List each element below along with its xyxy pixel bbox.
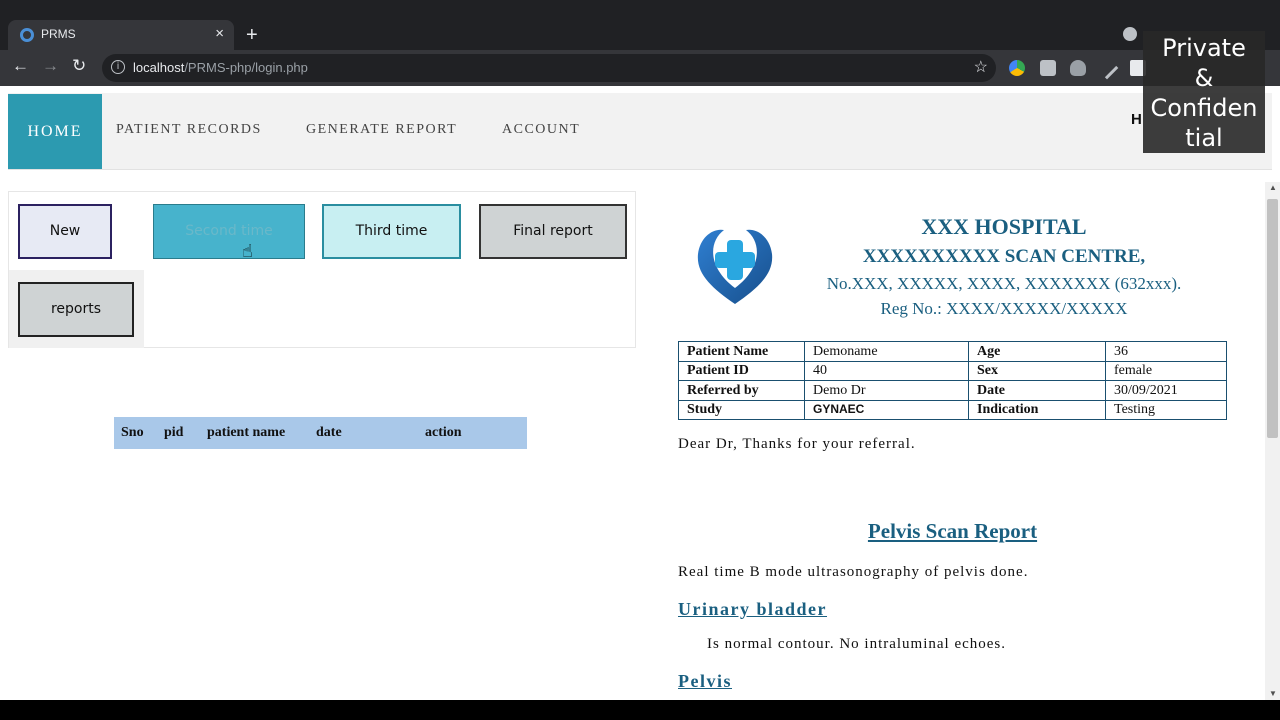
- report-title: Pelvis Scan Report: [867, 519, 1038, 543]
- site-info-icon[interactable]: i: [111, 60, 125, 74]
- column-header-date: date: [316, 425, 342, 440]
- tab-title: PRMS: [41, 27, 76, 41]
- nav-home[interactable]: HOME: [8, 94, 102, 169]
- section-title-urinary-bladder: Urinary bladder: [678, 599, 828, 619]
- column-header-sno: Sno: [121, 425, 144, 440]
- final-report-button[interactable]: Final report: [479, 204, 627, 259]
- site-favicon-icon: [20, 28, 34, 42]
- overlay-line: Confiden: [1150, 94, 1258, 122]
- column-header-pid: pid: [164, 425, 184, 440]
- hospital-name: XXX HOSPITAL: [921, 214, 1087, 239]
- reports-area: reports: [9, 270, 144, 348]
- column-header-action: action: [425, 425, 462, 440]
- browser-tab-bar: PRMS × +: [0, 0, 1280, 50]
- address-bar[interactable]: i localhost/PRMS-php/login.php ☆: [102, 54, 996, 82]
- label-study: Study: [678, 399, 805, 420]
- page-scrollbar[interactable]: ▲ ▼: [1265, 182, 1280, 700]
- cloud-extension-icon[interactable]: [1070, 60, 1086, 76]
- section-text-urinary-bladder: Is normal contour. No intraluminal echoe…: [707, 636, 1007, 652]
- third-time-button[interactable]: Third time: [322, 204, 461, 259]
- browser-tab[interactable]: PRMS ×: [8, 20, 234, 50]
- overlay-line: Private: [1162, 34, 1246, 62]
- table-row: Referred by Demo Dr Date 30/09/2021: [678, 380, 1227, 401]
- url-host: localhost: [133, 60, 185, 75]
- hand-cursor-icon: ☝: [242, 241, 253, 262]
- private-confidential-overlay: Private & Confiden tial: [1143, 31, 1265, 153]
- extension-color-icon[interactable]: [1009, 60, 1025, 76]
- nav-patient-records[interactable]: PATIENT RECORDS: [116, 122, 262, 138]
- table-row: Patient ID 40 Sex female: [678, 360, 1227, 381]
- label-date: Date: [968, 380, 1106, 401]
- nav-generate-report[interactable]: GENERATE REPORT: [306, 122, 457, 138]
- reload-button[interactable]: ↻: [72, 56, 86, 76]
- report-intro: Real time B mode ultrasonography of pelv…: [678, 564, 1029, 580]
- scroll-down-arrow-icon[interactable]: ▼: [1269, 689, 1277, 698]
- patient-details-table: Patient Name Demoname Age 36 Patient ID …: [678, 341, 1227, 420]
- reports-button[interactable]: reports: [18, 282, 134, 337]
- tab-search-icon[interactable]: [1123, 27, 1137, 41]
- scan-centre-name: XXXXXXXXXX SCAN CENTRE,: [862, 246, 1146, 267]
- browser-toolbar: ← → ↻ i localhost/PRMS-php/login.php ☆: [0, 50, 1280, 86]
- label-sex: Sex: [968, 360, 1106, 381]
- value-age: 36: [1105, 341, 1227, 362]
- table-row: Patient Name Demoname Age 36: [678, 341, 1227, 362]
- scroll-up-arrow-icon[interactable]: ▲: [1269, 183, 1277, 192]
- site-navbar: HOME PATIENT RECORDS GENERATE REPORT ACC…: [8, 93, 1272, 170]
- overlay-line: tial: [1185, 124, 1223, 152]
- scrollbar-thumb[interactable]: [1267, 199, 1278, 438]
- url-text: localhost/PRMS-php/login.php: [133, 60, 308, 75]
- hospital-address: No.XXX, XXXXX, XXXX, XXXXXXX (632xxx).: [826, 274, 1182, 293]
- label-age: Age: [968, 341, 1106, 362]
- nav-user-text: H: [1131, 111, 1142, 128]
- table-row: Study GYNAEC Indication Testing: [678, 399, 1227, 420]
- value-date: 30/09/2021: [1105, 380, 1227, 401]
- new-tab-button[interactable]: +: [246, 24, 258, 47]
- second-time-button[interactable]: Second time: [153, 204, 305, 259]
- forward-button[interactable]: →: [42, 56, 59, 76]
- value-sex: female: [1105, 360, 1227, 381]
- value-patient-name: Demoname: [804, 341, 969, 362]
- records-table-header: Sno pid patient name date action: [114, 417, 527, 449]
- label-referred-by: Referred by: [678, 380, 805, 401]
- visit-button-panel: New Second time Third time Final report …: [8, 191, 636, 348]
- overlay-line: &: [1194, 64, 1214, 92]
- registration-number: Reg No.: XXXX/XXXXX/XXXXX: [880, 299, 1128, 318]
- url-path: /PRMS-php/login.php: [184, 60, 308, 75]
- section-title-pelvis: Pelvis: [678, 671, 732, 691]
- bookmark-star-icon[interactable]: ☆: [974, 57, 988, 77]
- tab-close-icon[interactable]: ×: [215, 25, 224, 42]
- hospital-logo-icon: [697, 229, 773, 304]
- camera-extension-icon[interactable]: [1040, 60, 1056, 76]
- screen-bottom-bar: [0, 700, 1280, 720]
- nav-account[interactable]: ACCOUNT: [502, 122, 580, 138]
- label-patient-id: Patient ID: [678, 360, 805, 381]
- label-indication: Indication: [968, 399, 1106, 420]
- value-patient-id: 40: [804, 360, 969, 381]
- column-header-patient-name: patient name: [207, 425, 286, 440]
- pen-extension-icon[interactable]: [1095, 56, 1119, 80]
- value-referred-by: Demo Dr: [804, 380, 969, 401]
- value-study: GYNAEC: [804, 399, 969, 420]
- back-button[interactable]: ←: [12, 56, 29, 76]
- referral-greeting: Dear Dr, Thanks for your referral.: [678, 436, 916, 452]
- new-button[interactable]: New: [18, 204, 112, 259]
- value-indication: Testing: [1105, 399, 1227, 420]
- web-page: HOME PATIENT RECORDS GENERATE REPORT ACC…: [0, 86, 1280, 700]
- label-patient-name: Patient Name: [678, 341, 805, 362]
